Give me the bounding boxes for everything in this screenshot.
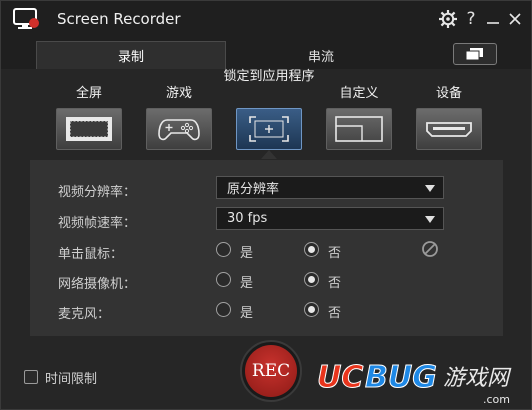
hdmi-device-icon [426,122,472,137]
app-title: Screen Recorder [57,10,181,28]
active-mode-pointer [261,150,277,159]
mode-label: 自定义 [339,86,379,101]
record-button-ring: REC [240,340,302,402]
no-label: 否 [328,306,342,321]
settings-panel: 视频分辨率： 原分辨率 视频帧速率： 30 fps 单击鼠标： 是 否 网络摄像… [30,160,503,336]
custom-area-icon [335,116,383,142]
yes-label: 是 [240,276,254,291]
mode-device[interactable]: 设备 [413,85,485,150]
webcam-yes-radio[interactable] [216,272,231,287]
yes-label: 是 [240,246,254,261]
yes-label: 是 [240,306,254,321]
mode-fullscreen[interactable]: 全屏 [53,85,125,150]
fullscreen-icon [66,117,112,141]
app-logo-icon [13,8,39,29]
mode-label: 全屏 [75,86,102,101]
tab-record[interactable]: 录制 [36,41,226,69]
fullscreen-button[interactable] [56,108,122,150]
mode-game[interactable]: 游戏 [143,85,215,150]
mouse-click-label: 单击鼠标： [58,247,124,262]
no-label: 否 [328,246,342,261]
disabled-circle-icon[interactable] [421,240,439,258]
microphone-yes-radio[interactable] [216,302,231,317]
lock-app-icon [249,116,289,142]
mouse-click-no-radio[interactable] [304,242,319,257]
webcam-no-radio[interactable] [304,272,319,287]
close-icon[interactable] [505,9,525,29]
title-bar: Screen Recorder ? [1,1,531,39]
help-icon[interactable]: ? [461,9,481,29]
lock-to-app-button[interactable] [236,108,302,150]
record-button[interactable]: REC [245,345,297,397]
minimize-icon[interactable] [483,9,503,29]
resolution-label: 视频分辨率： [58,185,137,200]
ucbug-watermark-logo: UC BUG 游戏网 .com [317,360,513,407]
framerate-value: 30 fps [227,211,268,226]
microphone-no-radio[interactable] [304,302,319,317]
mode-label: 游戏 [165,86,192,101]
dropdown-arrow-icon [425,216,435,223]
framerate-label: 视频帧速率： [58,216,137,231]
no-label: 否 [328,276,342,291]
tab-bar: 录制 串流 [1,39,531,69]
mouse-click-yes-radio[interactable] [216,242,231,257]
settings-gear-icon[interactable] [438,9,458,29]
custom-area-button[interactable] [326,108,392,150]
resolution-select[interactable]: 原分辨率 [216,176,444,199]
webcam-label: 网络摄像机： [58,277,137,292]
svg-text:.com: .com [483,393,510,406]
gamepad-icon [158,119,200,141]
microphone-label: 麦克风： [58,307,111,322]
screen-recorder-window: Screen Recorder ? 录制 串流 全屏 游戏 锁定到应用程序 自定… [0,0,532,410]
svg-text:游戏网: 游戏网 [443,366,512,391]
framerate-select[interactable]: 30 fps [216,207,444,230]
svg-text:BUG: BUG [365,360,437,395]
svg-text:UC: UC [317,360,363,395]
time-limit-checkbox[interactable] [24,370,38,384]
resolution-value: 原分辨率 [227,182,280,197]
device-button[interactable] [416,108,482,150]
game-button[interactable] [146,108,212,150]
tab-stream[interactable]: 串流 [226,41,416,69]
multi-screen-icon [465,48,483,61]
time-limit-label: 时间限制 [45,372,98,387]
mode-custom[interactable]: 自定义 [323,85,395,150]
screens-button[interactable] [453,43,497,65]
dropdown-arrow-icon [425,185,435,192]
mode-label: 锁定到应用程序 [223,69,315,84]
mode-label: 设备 [435,86,462,101]
